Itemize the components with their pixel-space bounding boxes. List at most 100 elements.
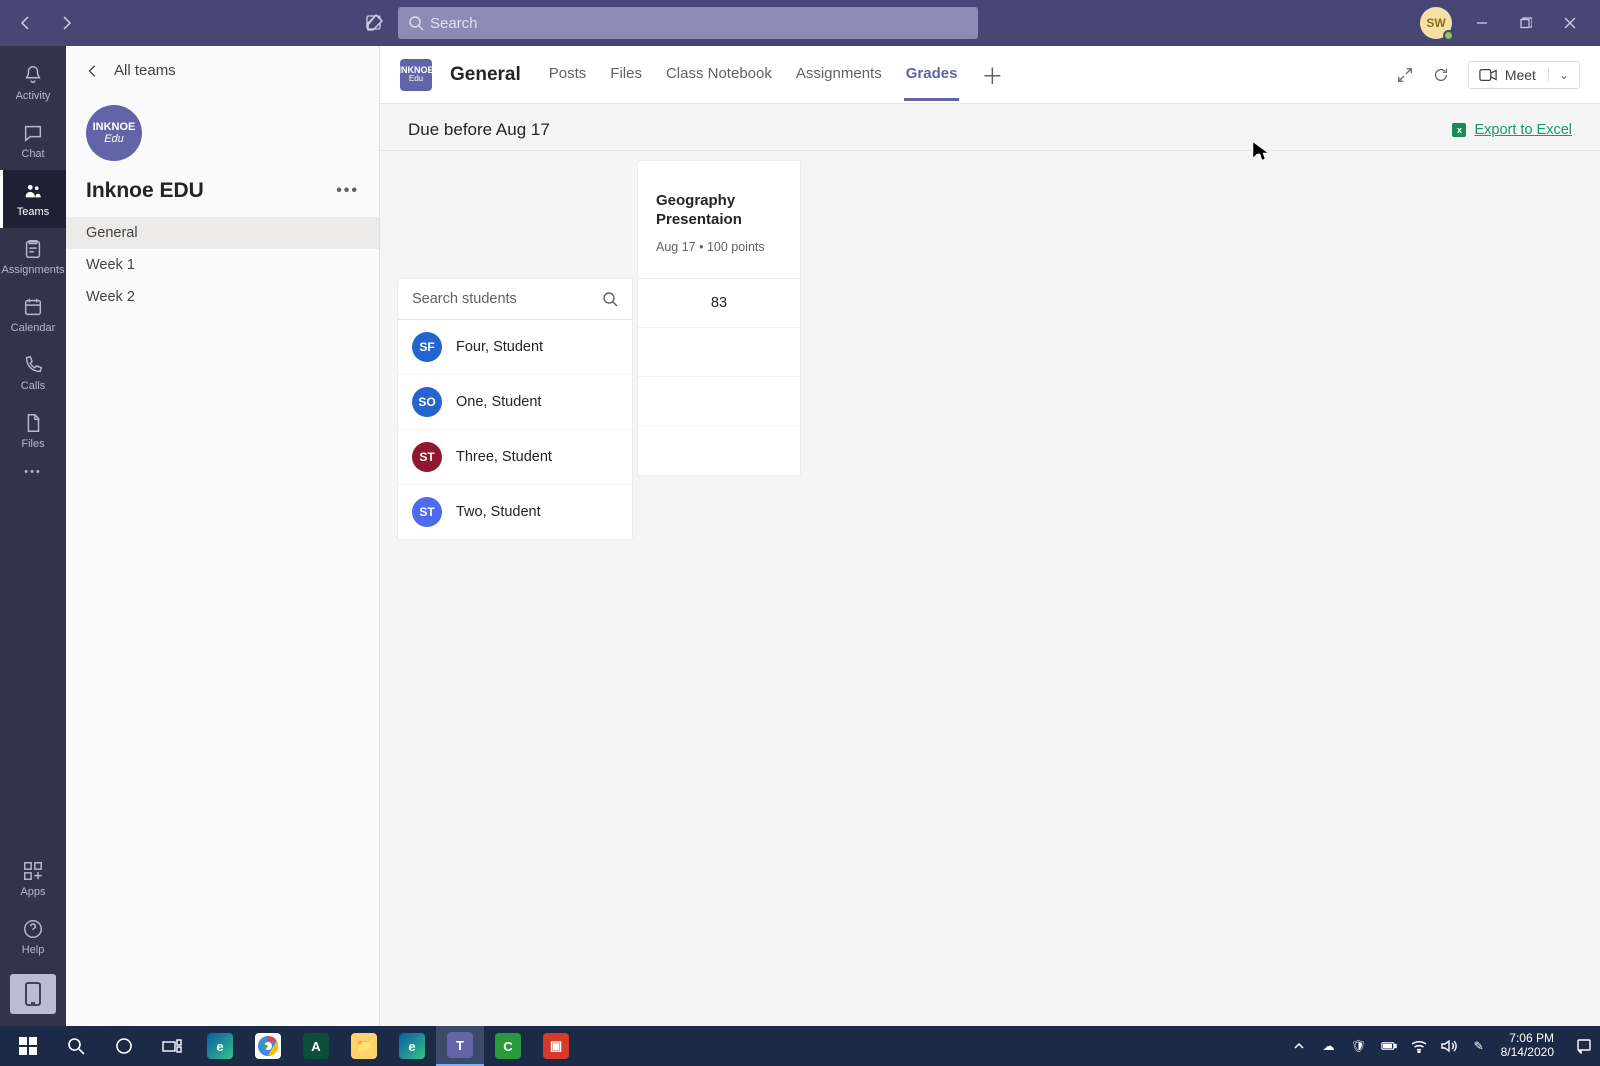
taskview-icon xyxy=(162,1039,182,1053)
excel-icon: x xyxy=(1452,123,1466,137)
notifications-icon[interactable] xyxy=(1576,1038,1592,1054)
ink-icon[interactable]: ✎ xyxy=(1471,1038,1487,1054)
taskbar-app-chrome[interactable] xyxy=(244,1026,292,1066)
task-view-button[interactable] xyxy=(148,1026,196,1066)
cortana-icon xyxy=(115,1037,133,1055)
compose-button[interactable] xyxy=(354,6,394,40)
channel-avatar: INKNOE Edu xyxy=(400,59,432,91)
help-icon xyxy=(22,918,44,940)
rail-activity[interactable]: Activity xyxy=(0,54,66,112)
taskbar-app-camtasia[interactable]: C xyxy=(484,1026,532,1066)
teams-icon xyxy=(22,180,44,202)
rail-label: Chat xyxy=(21,148,44,160)
grade-cell[interactable] xyxy=(638,328,800,377)
rail-label: Activity xyxy=(16,90,51,102)
rail-assignments[interactable]: Assignments xyxy=(0,228,66,286)
meet-label: Meet xyxy=(1505,67,1536,83)
security-icon[interactable]: 🛡 xyxy=(1351,1038,1367,1054)
search-input[interactable] xyxy=(430,15,968,32)
close-button[interactable] xyxy=(1564,17,1584,29)
rail-help[interactable]: Help xyxy=(0,908,66,966)
tab-class-notebook[interactable]: Class Notebook xyxy=(664,49,774,101)
channel-list: General Week 1 Week 2 xyxy=(66,217,379,313)
assignment-header[interactable]: Geography Presentaion Aug 17 • 100 point… xyxy=(638,161,800,279)
student-search[interactable]: Search students xyxy=(398,279,632,320)
export-to-excel-link[interactable]: x Export to Excel xyxy=(1452,122,1572,138)
rail-label: Apps xyxy=(20,886,45,898)
team-more-button[interactable]: ••• xyxy=(336,182,359,200)
assignment-column: Geography Presentaion Aug 17 • 100 point… xyxy=(638,161,800,475)
tab-grades[interactable]: Grades xyxy=(904,49,960,101)
chevron-left-icon xyxy=(86,64,100,78)
rail-device-button[interactable] xyxy=(10,974,56,1014)
rail-calls[interactable]: Calls xyxy=(0,344,66,402)
grade-cell[interactable] xyxy=(638,426,800,475)
student-row[interactable]: SF Four, Student xyxy=(398,320,632,375)
maximize-button[interactable] xyxy=(1520,17,1540,29)
student-name: Two, Student xyxy=(456,504,541,520)
volume-icon[interactable] xyxy=(1441,1038,1457,1054)
rail-teams[interactable]: Teams xyxy=(0,170,66,228)
taskbar-search[interactable] xyxy=(52,1026,100,1066)
rail-label: Assignments xyxy=(2,264,65,276)
taskbar-app-rec[interactable]: ▣ xyxy=(532,1026,580,1066)
students-column: Search students SF Four, Student SOOne, St… xyxy=(398,279,632,539)
tab-assignments[interactable]: Assignments xyxy=(794,49,884,101)
channel-item[interactable]: Week 1 xyxy=(66,249,379,281)
minimize-button[interactable] xyxy=(1476,17,1496,29)
student-row[interactable]: STThree, Student xyxy=(398,430,632,485)
taskbar-app-explorer[interactable]: 📁 xyxy=(340,1026,388,1066)
taskbar-app[interactable]: A xyxy=(292,1026,340,1066)
user-initials: SW xyxy=(1426,16,1445,30)
channel-item[interactable]: Week 2 xyxy=(66,281,379,313)
due-before-label: Due before Aug 17 xyxy=(408,120,550,140)
taskbar-app-teams[interactable]: T xyxy=(436,1026,484,1066)
rail-chat[interactable]: Chat xyxy=(0,112,66,170)
wifi-icon[interactable] xyxy=(1411,1038,1427,1054)
taskbar-app-edge[interactable]: e xyxy=(196,1026,244,1066)
student-avatar: SF xyxy=(412,332,442,362)
expand-icon[interactable] xyxy=(1396,66,1414,84)
taskbar-app-edge2[interactable]: e xyxy=(388,1026,436,1066)
nav-back-icon[interactable] xyxy=(18,15,34,31)
folder-icon: 📁 xyxy=(351,1033,377,1059)
channel-item[interactable]: General xyxy=(66,217,379,249)
rail-files[interactable]: Files xyxy=(0,402,66,460)
channel-tabs-bar: INKNOE Edu General Posts Files Class Not… xyxy=(380,46,1600,104)
add-tab-button[interactable]: ＋ xyxy=(981,59,1003,91)
rail-more[interactable]: ••• xyxy=(0,460,66,484)
meet-button[interactable]: Meet ⌄ xyxy=(1468,61,1580,89)
battery-icon[interactable] xyxy=(1381,1038,1397,1054)
grade-cell[interactable] xyxy=(638,377,800,426)
onedrive-icon[interactable]: ☁ xyxy=(1321,1038,1337,1054)
chevron-down-icon[interactable]: ⌄ xyxy=(1548,68,1569,82)
search-bar[interactable] xyxy=(398,7,978,39)
tab-posts[interactable]: Posts xyxy=(547,49,589,101)
app-icon: ▣ xyxy=(543,1033,569,1059)
rail-apps[interactable]: Apps xyxy=(0,850,66,908)
app-icon: C xyxy=(495,1033,521,1059)
student-avatar: SO xyxy=(412,387,442,417)
presence-indicator xyxy=(1443,30,1454,41)
student-name: Four, Student xyxy=(456,339,543,355)
search-icon xyxy=(602,291,618,307)
edge-icon: e xyxy=(207,1033,233,1059)
grade-cell[interactable]: 83 xyxy=(638,279,800,328)
user-avatar[interactable]: SW xyxy=(1420,7,1452,39)
rail-calendar[interactable]: Calendar xyxy=(0,286,66,344)
rail-label: Calls xyxy=(21,380,45,392)
all-teams-back[interactable]: All teams xyxy=(66,46,379,95)
nav-forward-icon[interactable] xyxy=(58,15,74,31)
chat-icon xyxy=(22,122,44,144)
start-button[interactable] xyxy=(4,1026,52,1066)
refresh-icon[interactable] xyxy=(1432,66,1450,84)
taskbar-clock[interactable]: 7:06 PM 8/14/2020 xyxy=(1501,1032,1554,1060)
student-avatar: ST xyxy=(412,497,442,527)
student-row[interactable]: SOOne, Student xyxy=(398,375,632,430)
title-bar: SW xyxy=(0,0,1600,46)
rail-label: Help xyxy=(22,944,45,956)
tray-chevron-icon[interactable] xyxy=(1291,1038,1307,1054)
cortana-button[interactable] xyxy=(100,1026,148,1066)
student-row[interactable]: ST Two, Student xyxy=(398,485,632,539)
tab-files[interactable]: Files xyxy=(608,49,644,101)
